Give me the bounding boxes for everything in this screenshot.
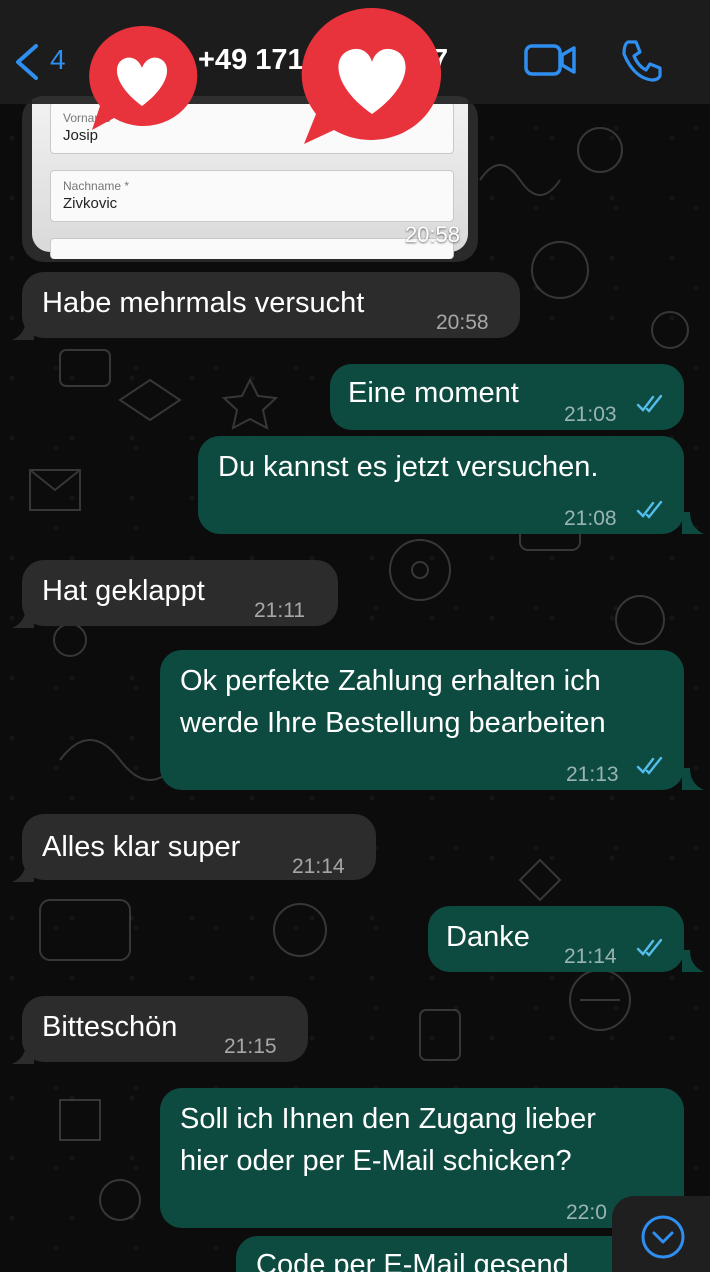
incoming-message[interactable]: Bitteschön 21:15 bbox=[22, 996, 308, 1062]
bubble-tail bbox=[682, 950, 704, 972]
message-text: Habe mehrmals versucht bbox=[42, 287, 365, 319]
message-text: Du kannst es jetzt versuchen. bbox=[218, 451, 599, 483]
outgoing-message[interactable]: Eine moment 21:03 bbox=[330, 364, 684, 430]
video-call-icon[interactable] bbox=[524, 42, 576, 78]
field-label: Nachname * bbox=[63, 179, 130, 193]
phone-call-icon[interactable] bbox=[620, 38, 662, 82]
unread-count[interactable]: 4 bbox=[50, 44, 66, 76]
double-check-icon bbox=[636, 394, 663, 413]
message-time: 21:14 bbox=[292, 855, 345, 878]
message-time: 20:58 bbox=[436, 311, 489, 334]
back-chevron-icon[interactable] bbox=[8, 40, 48, 84]
form-field-partial bbox=[50, 238, 454, 259]
chevron-down-icon bbox=[641, 1215, 685, 1259]
incoming-message[interactable]: Hat geklappt 21:11 bbox=[22, 560, 338, 626]
outgoing-message[interactable]: Soll ich Ihnen den Zugang lieber hier od… bbox=[160, 1088, 684, 1228]
heart-sticker-icon bbox=[89, 25, 198, 131]
message-time: 21:11 bbox=[254, 599, 305, 622]
message-text-line: Ok perfekte Zahlung erhalten ich bbox=[180, 665, 601, 697]
outgoing-message[interactable]: Du kannst es jetzt versuchen. 21:08 bbox=[198, 436, 684, 534]
message-time: 21:13 bbox=[566, 763, 619, 786]
message-text: Danke bbox=[446, 921, 530, 953]
field-value: Zivkovic bbox=[63, 195, 118, 212]
message-text: Bitteschön bbox=[42, 1011, 178, 1043]
form-field-last-name: Nachname * Zivkovic bbox=[50, 170, 454, 222]
chat-screen: 4 +49 171 7 Vorname * Josip Nachname * Z… bbox=[0, 0, 710, 1272]
message-text: Code per E-Mail gesend bbox=[256, 1249, 569, 1272]
double-check-icon bbox=[636, 756, 663, 775]
message-time: 21:14 bbox=[564, 945, 617, 968]
message-time: 21:15 bbox=[224, 1035, 277, 1058]
scroll-to-bottom-button[interactable] bbox=[612, 1196, 710, 1272]
message-text-line: hier oder per E-Mail schicken? bbox=[180, 1145, 572, 1177]
heart-sticker-icon bbox=[301, 7, 442, 144]
bubble-tail bbox=[12, 606, 34, 628]
message-text: Hat geklappt bbox=[42, 575, 205, 607]
message-time: 21:03 bbox=[564, 403, 617, 426]
bubble-tail bbox=[682, 768, 704, 790]
message-time: 20:58 bbox=[404, 222, 460, 247]
message-text-line: Soll ich Ihnen den Zugang lieber bbox=[180, 1103, 596, 1135]
bubble-tail bbox=[12, 860, 34, 882]
bubble-tail bbox=[682, 512, 704, 534]
bubble-tail bbox=[12, 318, 34, 340]
outgoing-message[interactable]: Danke 21:14 bbox=[428, 906, 684, 972]
message-text: Alles klar super bbox=[42, 831, 241, 863]
double-check-icon bbox=[636, 938, 663, 957]
incoming-message[interactable]: Alles klar super 21:14 bbox=[22, 814, 376, 880]
message-time: 21:08 bbox=[564, 507, 617, 530]
contact-name[interactable]: +49 171 bbox=[198, 44, 304, 77]
message-time: 22:0 bbox=[566, 1201, 607, 1224]
double-check-icon bbox=[636, 500, 663, 519]
bubble-tail bbox=[12, 1042, 34, 1064]
message-text-line: werde Ihre Bestellung bearbeiten bbox=[180, 707, 606, 739]
outgoing-message[interactable]: Ok perfekte Zahlung erhalten ich werde I… bbox=[160, 650, 684, 790]
incoming-message[interactable]: Habe mehrmals versucht 20:58 bbox=[22, 272, 520, 338]
message-text: Eine moment bbox=[348, 377, 519, 409]
